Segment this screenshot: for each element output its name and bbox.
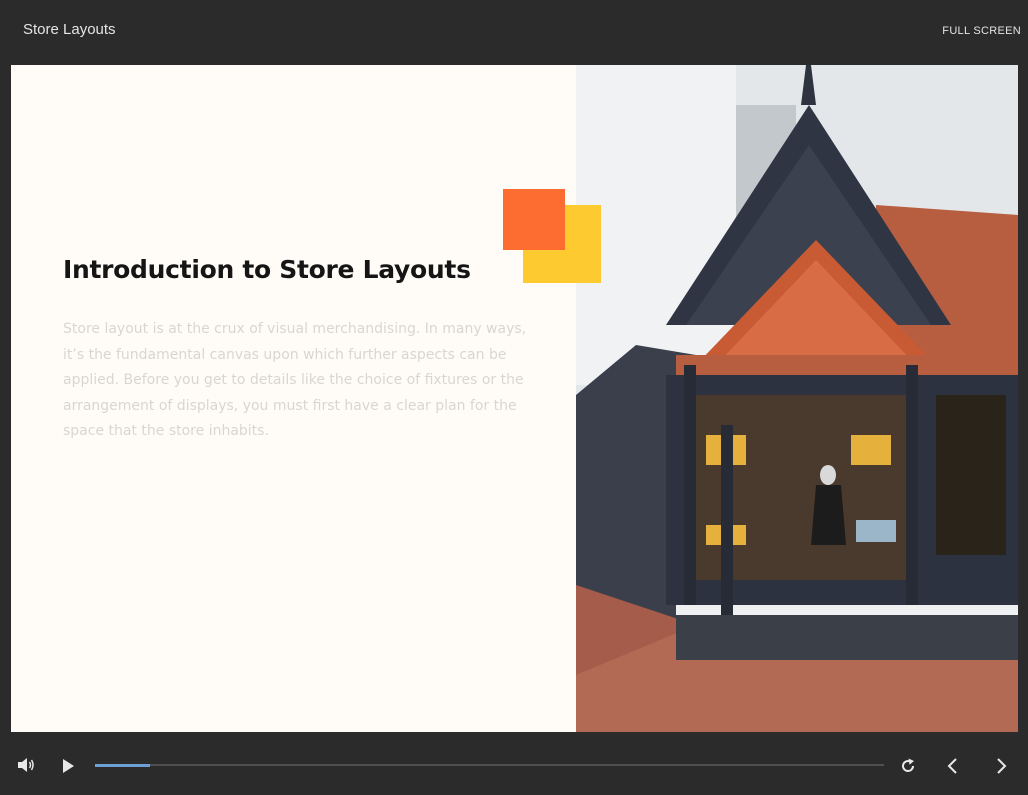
replay-icon[interactable] (899, 757, 917, 779)
volume-icon[interactable] (17, 757, 35, 777)
slide: Introduction to Store Layouts Store layo… (11, 65, 1018, 732)
progress-bar[interactable] (95, 763, 884, 767)
slide-body: Store layout is at the crux of visual me… (63, 321, 527, 440)
player-controls (0, 732, 1028, 795)
app-title: Store Layouts (23, 21, 116, 38)
orange-square-decoration (503, 189, 565, 250)
play-icon[interactable] (61, 758, 75, 778)
previous-icon[interactable] (946, 757, 960, 779)
storefront-photo (576, 65, 1018, 732)
fullscreen-button[interactable]: FULL SCREEN (942, 25, 1021, 37)
top-bar: Store Layouts FULL SCREEN (0, 0, 1028, 65)
slide-title: Introduction to Store Layouts (63, 255, 471, 284)
next-icon[interactable] (994, 757, 1008, 779)
progress-fill (95, 763, 151, 767)
slide-text-panel: Introduction to Store Layouts Store layo… (11, 65, 576, 732)
